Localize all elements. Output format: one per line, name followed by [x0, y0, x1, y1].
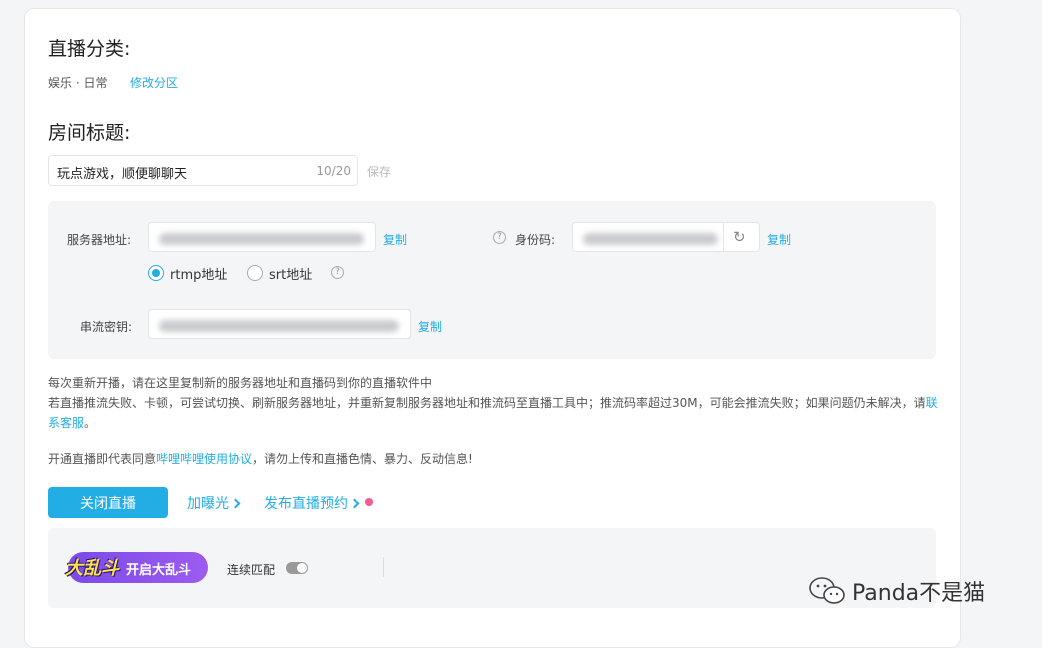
help-icon[interactable]: ?: [331, 266, 344, 279]
agreement-suffix: ，请勿上传和直播色情、暴力、反动信息!: [252, 452, 473, 466]
idcode-masked: [583, 233, 718, 245]
server-address-field[interactable]: [148, 222, 376, 252]
divider: [383, 557, 384, 577]
stream-key-masked: [159, 320, 399, 332]
note-line-3: 系客服。: [48, 413, 938, 433]
chevron-right-icon: [349, 498, 360, 509]
stream-key-copy-button[interactable]: 复制: [418, 318, 442, 335]
server-copy-button[interactable]: 复制: [383, 231, 407, 248]
watermark-text: Panda不是猫: [852, 581, 986, 606]
chevron-right-icon: [230, 498, 241, 509]
help-icon[interactable]: ?: [493, 231, 506, 244]
agreement-link[interactable]: 哔哩哔哩使用协议: [156, 452, 252, 466]
save-button[interactable]: 保存: [367, 163, 391, 180]
continuous-match-label: 连续匹配: [227, 563, 276, 577]
idcode-field[interactable]: ↻: [572, 222, 760, 252]
rtmp-label[interactable]: rtmp地址: [170, 264, 227, 283]
stream-key-field[interactable]: [148, 309, 411, 339]
room-title-heading: 房间标题:: [48, 122, 131, 144]
boost-link[interactable]: 加曝光: [187, 493, 241, 513]
note-line-1: 每次重新开播，请在这里复制新的服务器地址和直播码到你的直播软件中: [48, 376, 433, 390]
rtmp-radio[interactable]: [148, 265, 164, 281]
agreement-text: 开通直播即代表同意哔哩哔哩使用协议，请勿上传和直播色情、暴力、反动信息!: [48, 449, 473, 469]
srt-label[interactable]: srt地址: [269, 264, 312, 283]
server-address-label: 服务器地址:: [67, 233, 132, 247]
start-brawl-button[interactable]: 大乱斗 开启大乱斗: [65, 552, 208, 583]
category-title: 直播分类:: [48, 38, 131, 60]
wechat-icon: [809, 577, 845, 604]
room-title-input[interactable]: 玩点游戏，顺便聊聊天 10/20: [48, 155, 358, 186]
watermark: Panda不是猫: [808, 575, 985, 607]
field-divider: [723, 223, 724, 251]
start-brawl-label: 开启大乱斗: [126, 563, 192, 578]
room-title-counter: 10/20: [316, 164, 351, 178]
brawl-logo: 大乱斗: [65, 557, 119, 579]
boost-label: 加曝光: [187, 496, 229, 512]
note-line-3-end: 。: [84, 416, 97, 430]
category-value: 娱乐 · 日常: [48, 76, 108, 90]
continuous-match-toggle[interactable]: [286, 562, 308, 574]
close-live-button[interactable]: 关闭直播: [48, 487, 168, 518]
stream-key-label: 串流密钥:: [80, 320, 133, 334]
server-address-masked: [159, 233, 364, 245]
schedule-label: 发布直播预约: [264, 496, 348, 512]
notification-dot: [365, 498, 373, 506]
note-line-2: 若直播推流失败、卡顿，可尝试切换、刷新服务器地址，并重新复制服务器地址和推流码至…: [48, 393, 938, 413]
change-category-link[interactable]: 修改分区: [130, 74, 178, 91]
agreement-prefix: 开通直播即代表同意: [48, 452, 157, 466]
refresh-icon[interactable]: ↻: [733, 228, 746, 246]
room-title-value: 玩点游戏，顺便聊聊天: [57, 167, 188, 182]
srt-radio[interactable]: [247, 265, 263, 281]
notes-block: 每次重新开播，请在这里复制新的服务器地址和直播码到你的直播软件中 若直播推流失败…: [48, 373, 938, 433]
schedule-link[interactable]: 发布直播预约: [264, 493, 360, 513]
idcode-label: 身份码:: [515, 233, 556, 247]
note-line-2-text: 若直播推流失败、卡顿，可尝试切换、刷新服务器地址，并重新复制服务器地址和推流码至…: [48, 396, 926, 410]
idcode-copy-button[interactable]: 复制: [767, 231, 791, 248]
contact-support-link-b[interactable]: 系客服: [48, 416, 84, 430]
contact-support-link-a[interactable]: 联: [926, 396, 938, 410]
